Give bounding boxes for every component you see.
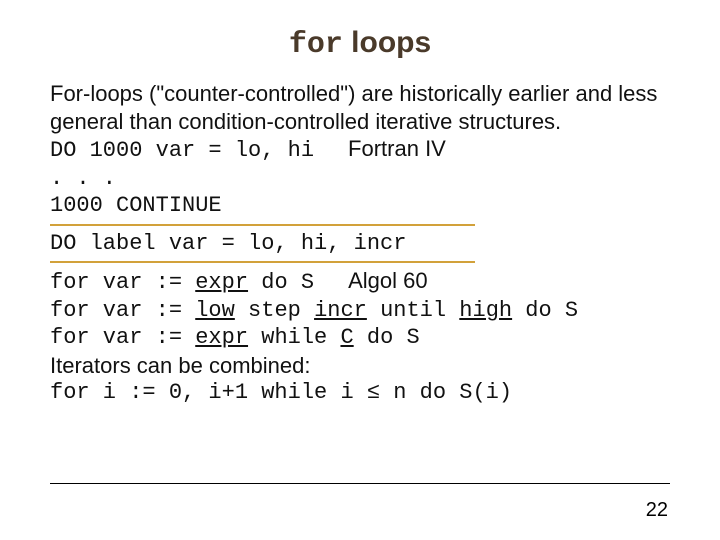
fortran-continue: 1000 CONTINUE xyxy=(50,192,670,220)
separator-rule xyxy=(50,224,475,226)
algol-line-4: for i := 0, i+1 while i ≤ n do S(i) xyxy=(50,379,670,407)
combine-text: Iterators can be combined: xyxy=(50,352,670,380)
title-keyword: for xyxy=(289,28,343,62)
page-number: 22 xyxy=(646,499,668,522)
algol-line-3: for var := expr while C do S xyxy=(50,324,670,352)
separator-rule xyxy=(50,261,475,263)
footer-rule xyxy=(50,483,670,484)
slide-title: for loops xyxy=(50,26,670,62)
fortran-line-1: DO 1000 var = lo, hi Fortran IV xyxy=(50,135,670,165)
code-text: DO 1000 var = lo, hi xyxy=(50,137,314,165)
slide: for loops For-loops ("counter-controlled… xyxy=(0,0,720,540)
algol-line-2: for var := low step incr until high do S xyxy=(50,297,670,325)
algol-label: Algol 60 xyxy=(314,267,428,295)
fortran-label: Fortran IV xyxy=(314,135,446,163)
slide-body: For-loops ("counter-controlled") are his… xyxy=(50,80,670,407)
algol-line-1: for var := expr do S Algol 60 xyxy=(50,267,670,297)
title-rest: loops xyxy=(343,26,431,59)
code-text: for var := expr do S xyxy=(50,269,314,297)
ellipsis: . . . xyxy=(50,165,670,193)
intro-paragraph: For-loops ("counter-controlled") are his… xyxy=(50,80,670,135)
fortran-general: DO label var = lo, hi, incr xyxy=(50,230,670,258)
